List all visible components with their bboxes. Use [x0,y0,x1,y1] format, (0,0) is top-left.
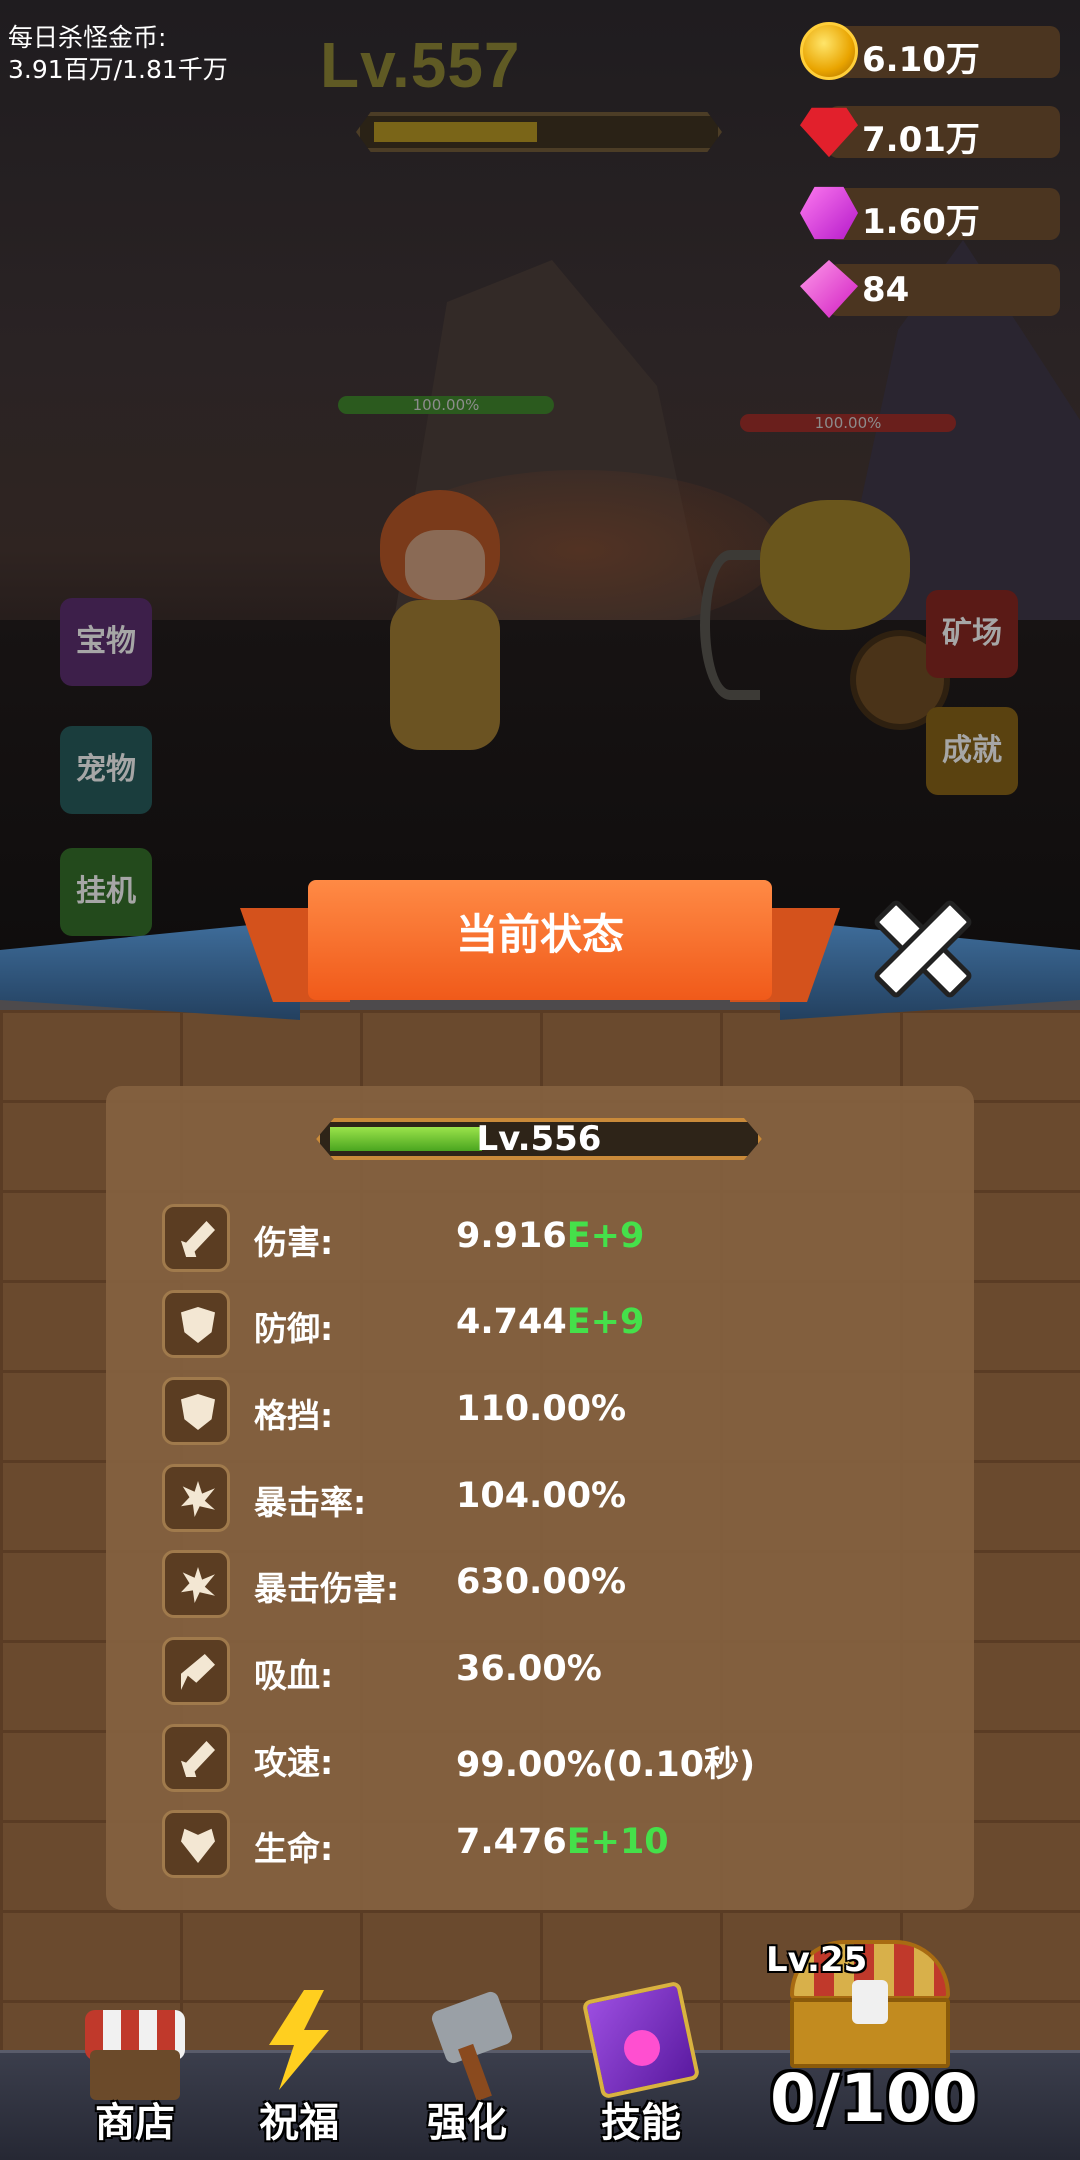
nav-blessing-label: 祝福 [259,2100,339,2146]
lifesteal-icon [162,1637,230,1705]
title-banner: 当前状态 [240,880,840,1020]
stage-progress-bar [356,112,722,152]
nav-skills[interactable]: 技能 [566,1980,716,2150]
stage-progress-fill [374,122,537,142]
stat-label: 吸血: [254,1656,334,1695]
stat-row-defense: 防御: 4.744E+9 [162,1290,922,1360]
nav-shop[interactable]: 商店 [60,1990,210,2150]
nav-blessing[interactable]: 祝福 [224,1990,374,2150]
chest-lock-icon [852,1980,888,2024]
hero-armor [390,600,500,750]
heart-plus-icon [162,1810,230,1878]
player-level-bar: Lv.556 [316,1118,762,1160]
currency-ruby[interactable]: 7.01万 [800,102,1060,160]
stat-row-block: 格挡: 110.00% [162,1377,922,1447]
daily-kill-gold-label: 每日杀怪金币: [8,23,167,52]
stat-value: 36.00% [456,1649,602,1689]
stage-level: Lv.557 [320,29,521,101]
nav-shop-label: 商店 [95,2100,175,2146]
chest-count: 0/100 [770,2060,978,2137]
currency-crystal[interactable]: 1.60万 [800,184,1060,242]
stat-label: 伤害: [254,1223,334,1262]
stat-value: 110.00% [456,1389,627,1429]
hero-character [350,470,540,770]
stat-label: 生命: [254,1829,334,1868]
stat-row-damage: 伤害: 9.916E+9 [162,1204,922,1274]
player-level: Lv.556 [476,1119,602,1159]
currency-diamond[interactable]: 84 [800,260,1060,318]
book-gem [624,2030,660,2066]
stat-label: 攻速: [254,1743,334,1782]
goblin-enemy [700,500,960,740]
crystal-amount: 1.60万 [862,202,980,242]
stat-row-crit-rate: 暴击率: 104.00% [162,1464,922,1534]
stat-value: 9.916E+9 [456,1216,645,1256]
stat-row-attack-speed: 攻速: 99.00%(0.10秒) [162,1724,922,1794]
shield-icon [162,1290,230,1358]
close-button[interactable] [868,894,978,1004]
nav-enhance-label: 强化 [427,2100,507,2146]
crit-damage-icon [162,1550,230,1618]
hero-hp-bar: 100.00% [338,396,554,414]
stat-label: 暴击伤害: [254,1569,400,1608]
gold-coin-icon [800,22,858,80]
enemy-hp-bar: 100.00% [740,414,956,432]
scythe-weapon [700,550,760,700]
crit-burst-icon [162,1464,230,1532]
block-shield-icon [162,1377,230,1445]
gold-amount: 6.10万 [862,40,980,80]
hero-face [405,530,485,600]
stat-row-crit-damage: 暴击伤害: 630.00% [162,1550,922,1620]
attack-speed-icon [162,1724,230,1792]
pet-button[interactable]: 宠物 [60,726,152,814]
dialog-title: 当前状态 [455,910,624,959]
lightning-icon [269,1990,329,2090]
nav-enhance[interactable]: 强化 [392,1989,542,2150]
nav-skills-label: 技能 [601,2100,681,2146]
stat-value: 99.00%(0.10秒) [456,1745,756,1785]
ruby-amount: 7.01万 [862,120,980,160]
diamond-amount: 84 [862,270,910,310]
treasure-button[interactable]: 宝物 [60,598,152,686]
stat-label: 格挡: [254,1396,334,1435]
achievement-button[interactable]: 成就 [926,707,1018,795]
goblin-head [760,500,910,630]
stat-label: 防御: [254,1309,334,1348]
daily-kill-gold: 每日杀怪金币: 3.91百万/1.81千万 [8,22,228,86]
sword-icon [162,1204,230,1272]
stat-value: 4.744E+9 [456,1302,645,1342]
stat-row-health: 生命: 7.476E+10 [162,1810,922,1880]
chest-level: Lv.25 [766,1940,868,1980]
currency-gold[interactable]: 6.10万 [800,22,1060,80]
hammer-icon [417,1989,517,2102]
stat-value: 104.00% [456,1476,627,1516]
stat-label: 暴击率: [254,1483,367,1522]
mine-button[interactable]: 矿场 [926,590,1018,678]
stat-value: 630.00% [456,1562,627,1602]
stat-row-lifesteal: 吸血: 36.00% [162,1637,922,1707]
stat-value: 7.476E+10 [456,1822,669,1862]
daily-kill-gold-value: 3.91百万/1.81千万 [8,55,228,84]
